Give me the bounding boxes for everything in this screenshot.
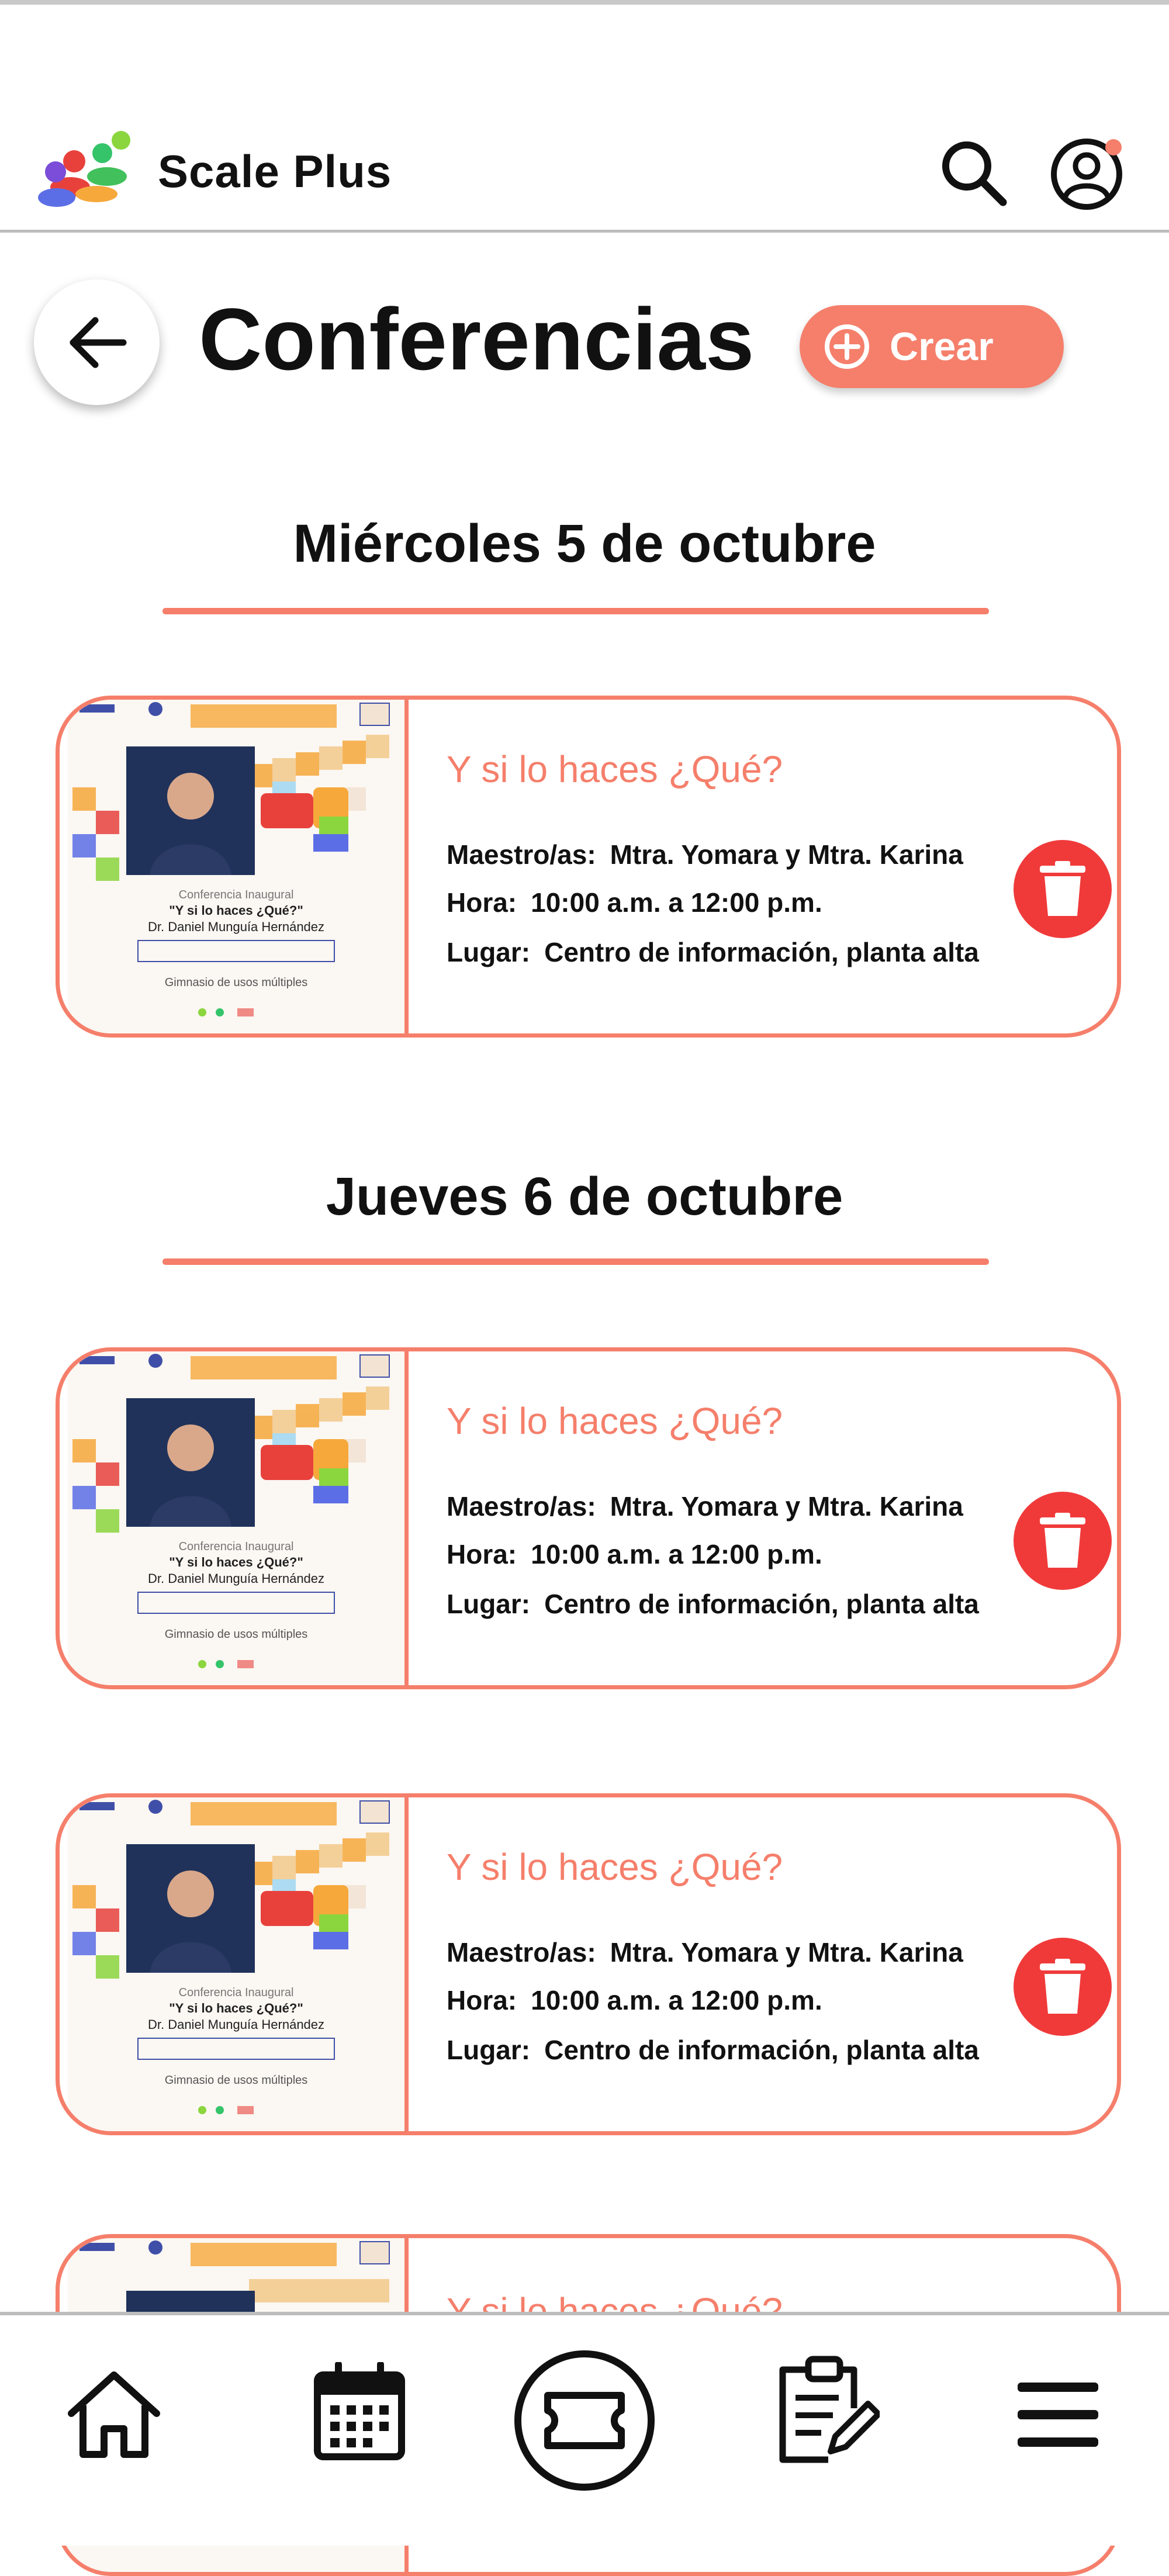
event-time: Hora: 10:00 a.m. a 12:00 p.m. bbox=[447, 1985, 822, 2015]
poster-speaker: Dr. Daniel Munguía Hernández bbox=[148, 919, 324, 934]
event-time: Hora: 10:00 a.m. a 12:00 p.m. bbox=[447, 1539, 822, 1569]
event-poster-image: Conferencia Inaugural "Y si lo haces ¿Qu… bbox=[68, 1351, 404, 1685]
poster-type: Conferencia Inaugural bbox=[179, 1986, 294, 1999]
event-title: Y si lo haces ¿Qué? bbox=[447, 1846, 783, 1888]
trash-icon bbox=[1040, 861, 1085, 916]
event-card[interactable]: Conferencia Inaugural "Y si lo haces ¿Qu… bbox=[56, 696, 1121, 1038]
event-time: Hora: 10:00 a.m. a 12:00 p.m. bbox=[447, 887, 822, 918]
poster-speaker: Dr. Daniel Munguía Hernández bbox=[148, 2017, 324, 2032]
plus-circle-icon bbox=[825, 324, 869, 369]
poster-title: "Y si lo haces ¿Qué?" bbox=[169, 2001, 303, 2015]
card-divider bbox=[404, 1797, 409, 2131]
poster-venue: Gimnasio de usos múltiples bbox=[165, 1628, 308, 1641]
trash-icon bbox=[1040, 1959, 1085, 2014]
day-heading: Jueves 6 de octubre bbox=[326, 1167, 843, 1226]
day-underline bbox=[162, 608, 989, 614]
event-teacher: Maestro/as: Mtra. Yomara y Mtra. Karina bbox=[447, 839, 963, 870]
clipboard-edit-icon bbox=[779, 2356, 880, 2463]
trash-icon bbox=[1040, 1513, 1085, 1568]
event-poster-image: Conferencia Inaugural "Y si lo haces ¿Qu… bbox=[68, 1797, 404, 2131]
event-teacher: Maestro/as: Mtra. Yomara y Mtra. Karina bbox=[447, 1937, 963, 1968]
event-card[interactable]: Conferencia Inaugural "Y si lo haces ¿Qu… bbox=[56, 1347, 1121, 1689]
poster-type: Conferencia Inaugural bbox=[179, 1540, 294, 1553]
event-card[interactable]: Conferencia Inaugural "Y si lo haces ¿Qu… bbox=[56, 1793, 1121, 2135]
page-title: Conferencias bbox=[199, 290, 755, 388]
home-icon bbox=[68, 2371, 160, 2458]
poster-title: "Y si lo haces ¿Qué?" bbox=[169, 903, 303, 918]
poster-speaker: Dr. Daniel Munguía Hernández bbox=[148, 1571, 324, 1586]
header-divider bbox=[0, 230, 1169, 233]
notification-dot bbox=[1105, 139, 1122, 155]
bottom-nav bbox=[0, 2315, 1169, 2546]
poster-venue: Gimnasio de usos múltiples bbox=[165, 2074, 308, 2087]
create-button[interactable]: Crear bbox=[800, 305, 1064, 388]
card-divider bbox=[404, 1351, 409, 1685]
event-place: Lugar: Centro de información, planta alta bbox=[447, 1589, 979, 1619]
app-header: Scale Plus bbox=[0, 117, 1169, 231]
nav-calendar[interactable] bbox=[307, 2356, 412, 2467]
day-underline bbox=[162, 1258, 989, 1265]
event-title: Y si lo haces ¿Qué? bbox=[447, 1400, 783, 1442]
user-circle-icon[interactable] bbox=[1049, 134, 1125, 210]
event-title: Y si lo haces ¿Qué? bbox=[447, 748, 783, 790]
search-icon[interactable] bbox=[935, 134, 1011, 210]
card-divider bbox=[404, 700, 409, 1033]
day-heading: Miércoles 5 de octubre bbox=[293, 514, 876, 573]
nav-tasks[interactable] bbox=[772, 2352, 883, 2468]
delete-button[interactable] bbox=[1014, 1492, 1112, 1590]
poster-type: Conferencia Inaugural bbox=[179, 888, 294, 901]
event-poster-image: Conferencia Inaugural "Y si lo haces ¿Qu… bbox=[68, 700, 404, 1033]
logo-icon bbox=[38, 131, 130, 207]
hamburger-menu-icon bbox=[1018, 2383, 1098, 2447]
create-button-label: Crear bbox=[890, 324, 994, 369]
nav-home[interactable] bbox=[61, 2362, 167, 2467]
event-teacher: Maestro/as: Mtra. Yomara y Mtra. Karina bbox=[447, 1491, 963, 1522]
poster-title: "Y si lo haces ¿Qué?" bbox=[169, 1555, 303, 1569]
delete-button[interactable] bbox=[1014, 840, 1112, 938]
back-button[interactable] bbox=[34, 279, 160, 405]
calendar-icon bbox=[314, 2362, 405, 2460]
nav-menu[interactable] bbox=[1008, 2368, 1108, 2461]
event-place: Lugar: Centro de información, planta alta bbox=[447, 2035, 979, 2065]
app-logo[interactable]: Scale Plus bbox=[38, 123, 564, 216]
app-name: Scale Plus bbox=[158, 146, 392, 197]
event-place: Lugar: Centro de información, planta alta bbox=[447, 937, 979, 967]
nav-tickets[interactable] bbox=[511, 2347, 658, 2494]
delete-button[interactable] bbox=[1014, 1938, 1112, 2036]
arrow-left-icon bbox=[70, 317, 126, 368]
ticket-icon bbox=[514, 2350, 655, 2491]
poster-venue: Gimnasio de usos múltiples bbox=[165, 976, 308, 989]
status-bar-edge bbox=[0, 0, 1169, 5]
